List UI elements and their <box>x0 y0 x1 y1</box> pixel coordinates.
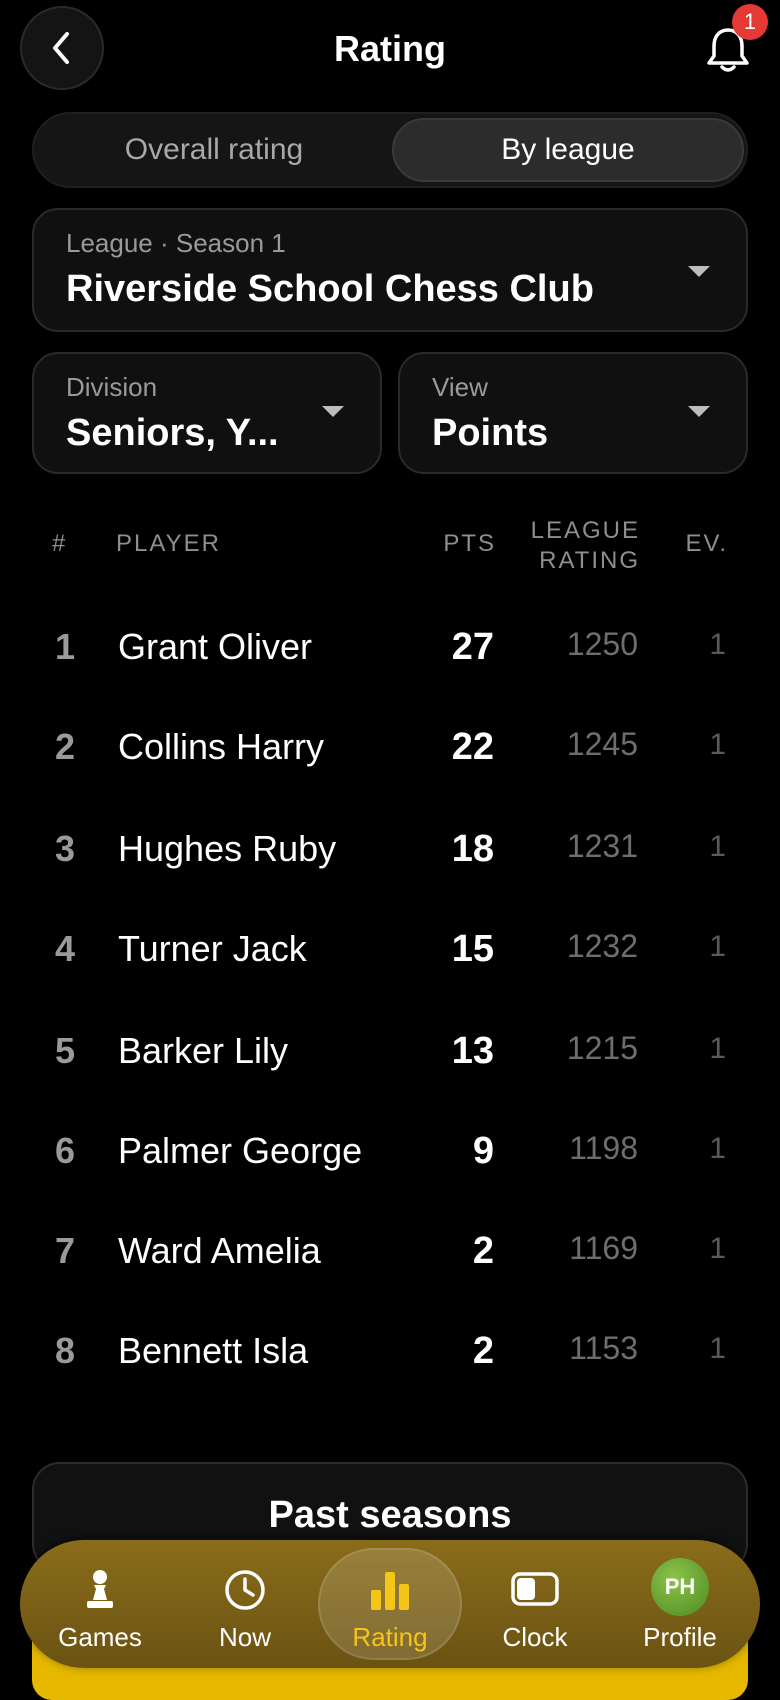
nav-label-clock: Clock <box>502 1622 568 1652</box>
division-select-label: Division <box>66 372 158 402</box>
row-player-name: Ward Amelia <box>118 1230 321 1271</box>
row-player-name: Collins Harry <box>118 726 325 767</box>
row-events: 1 <box>709 1032 726 1065</box>
nav-item-now[interactable]: Now <box>175 1540 315 1668</box>
row-points: 2 <box>472 1230 494 1272</box>
row-events: 1 <box>709 930 726 963</box>
row-player-name: Palmer George <box>118 1130 363 1171</box>
nav-label-now: Now <box>218 1622 271 1652</box>
row-events: 1 <box>709 728 726 761</box>
nav-label-rating: Rating <box>352 1622 428 1652</box>
table-row[interactable]: 4 Turner Jack 15 1232 1 <box>0 898 780 998</box>
row-events: 1 <box>709 1232 726 1265</box>
bottom-nav: Games Now Rating Clock PH Profile <box>20 1540 760 1668</box>
row-points: 22 <box>451 726 494 768</box>
league-select-value: Riverside School Chess Club <box>66 268 594 310</box>
table-row[interactable]: 5 Barker Lily 13 1215 1 <box>0 1000 780 1100</box>
division-select[interactable]: Division Seniors, Y... <box>32 352 382 474</box>
tab-by-league[interactable]: By league <box>392 118 744 182</box>
bar-chart-icon <box>371 1572 409 1610</box>
row-points: 9 <box>472 1130 494 1172</box>
row-rank: 8 <box>54 1330 76 1371</box>
row-points: 27 <box>451 626 494 668</box>
tab-overall-rating[interactable]: Overall rating <box>38 118 390 182</box>
row-rank: 6 <box>54 1130 76 1171</box>
row-rank: 7 <box>54 1230 76 1271</box>
row-points: 15 <box>451 928 494 970</box>
row-player-name: Grant Oliver <box>118 626 313 667</box>
view-select[interactable]: View Points <box>398 352 748 474</box>
table-row[interactable]: 8 Bennett Isla 2 1153 1 <box>0 1300 780 1400</box>
league-select[interactable]: League · Season 1 Riverside School Chess… <box>32 208 748 332</box>
row-league-rating: 1198 <box>569 1130 638 1166</box>
row-points: 13 <box>451 1030 494 1072</box>
row-player-name: Turner Jack <box>118 928 307 969</box>
row-rank: 5 <box>54 1030 76 1071</box>
notification-badge: 1 <box>732 4 768 40</box>
column-league-rating-line2: RATING <box>539 547 640 574</box>
nav-item-clock[interactable]: Clock <box>465 1540 605 1668</box>
column-points: PTS <box>443 530 496 557</box>
row-player-name: Hughes Ruby <box>118 828 337 869</box>
table-row[interactable]: 2 Collins Harry 22 1245 1 <box>0 696 780 796</box>
row-events: 1 <box>709 1332 726 1365</box>
chess-clock-icon <box>511 1572 559 1606</box>
row-league-rating: 1153 <box>569 1330 638 1366</box>
caret-down-icon <box>322 406 344 417</box>
row-events: 1 <box>709 1132 726 1165</box>
avatar: PH <box>651 1558 709 1616</box>
table-row[interactable]: 6 Palmer George 9 1198 1 <box>0 1100 780 1200</box>
row-league-rating: 1232 <box>566 928 638 964</box>
row-league-rating: 1245 <box>566 726 638 762</box>
caret-down-icon <box>688 406 710 417</box>
column-player: PLAYER <box>116 530 221 557</box>
row-events: 1 <box>709 830 726 863</box>
row-league-rating: 1215 <box>566 1030 638 1066</box>
row-rank: 2 <box>54 726 76 767</box>
clock-icon <box>225 1570 265 1610</box>
row-league-rating: 1169 <box>569 1230 638 1266</box>
row-rank: 4 <box>54 928 76 969</box>
column-league-rating-line1: LEAGUE <box>530 517 640 544</box>
nav-item-profile[interactable]: PH Profile <box>610 1540 750 1668</box>
column-league-rating: LEAGUE RATING <box>531 516 640 576</box>
division-select-value: Seniors, Y... <box>66 412 279 454</box>
nav-item-games[interactable]: Games <box>30 1540 170 1668</box>
table-row[interactable]: 3 Hughes Ruby 18 1231 1 <box>0 798 780 898</box>
row-points: 2 <box>472 1330 494 1372</box>
row-events: 1 <box>709 628 726 661</box>
row-rank: 1 <box>54 626 76 667</box>
view-select-label: View <box>432 372 488 402</box>
caret-down-icon <box>688 266 710 277</box>
chess-pawn-icon <box>87 1570 113 1608</box>
row-rank: 3 <box>54 828 76 869</box>
table-row[interactable]: 1 Grant Oliver 27 1250 1 <box>0 596 780 696</box>
view-select-value: Points <box>432 412 549 454</box>
page-title: Rating <box>334 28 446 69</box>
column-events: EV. <box>685 530 728 557</box>
league-select-label: League · Season 1 <box>66 228 286 258</box>
rating-type-tabs: Overall rating By league <box>32 112 748 188</box>
header: Rating 1 <box>0 0 780 104</box>
row-league-rating: 1250 <box>566 626 638 662</box>
row-player-name: Bennett Isla <box>118 1330 309 1371</box>
past-seasons-label: Past seasons <box>268 1494 512 1536</box>
table-row[interactable]: 7 Ward Amelia 2 1169 1 <box>0 1200 780 1300</box>
row-league-rating: 1231 <box>566 828 638 864</box>
nav-label-profile: Profile <box>643 1622 717 1652</box>
nav-label-games: Games <box>58 1622 142 1652</box>
row-points: 18 <box>451 828 494 870</box>
nav-item-rating[interactable]: Rating <box>320 1540 460 1668</box>
row-player-name: Barker Lily <box>118 1030 289 1071</box>
column-rank: # <box>52 530 68 557</box>
